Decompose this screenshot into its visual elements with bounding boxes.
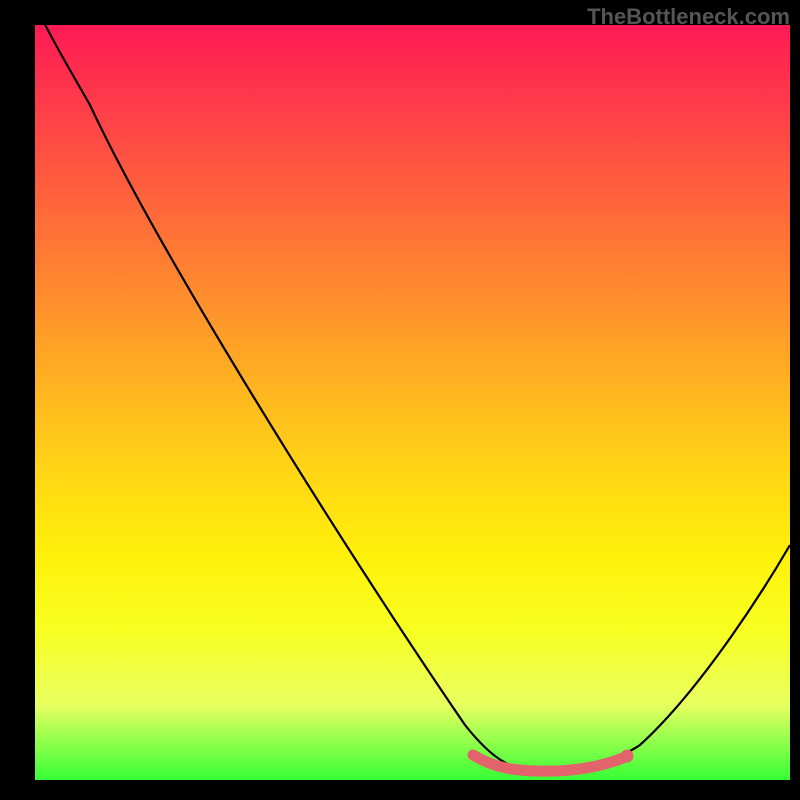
curve-marker-dot [621,750,634,763]
chart-container: TheBottleneck.com [0,0,800,800]
watermark: TheBottleneck.com [587,4,790,30]
bottleneck-curve [35,25,790,780]
plot-area [35,25,790,780]
curve-path [35,25,790,771]
